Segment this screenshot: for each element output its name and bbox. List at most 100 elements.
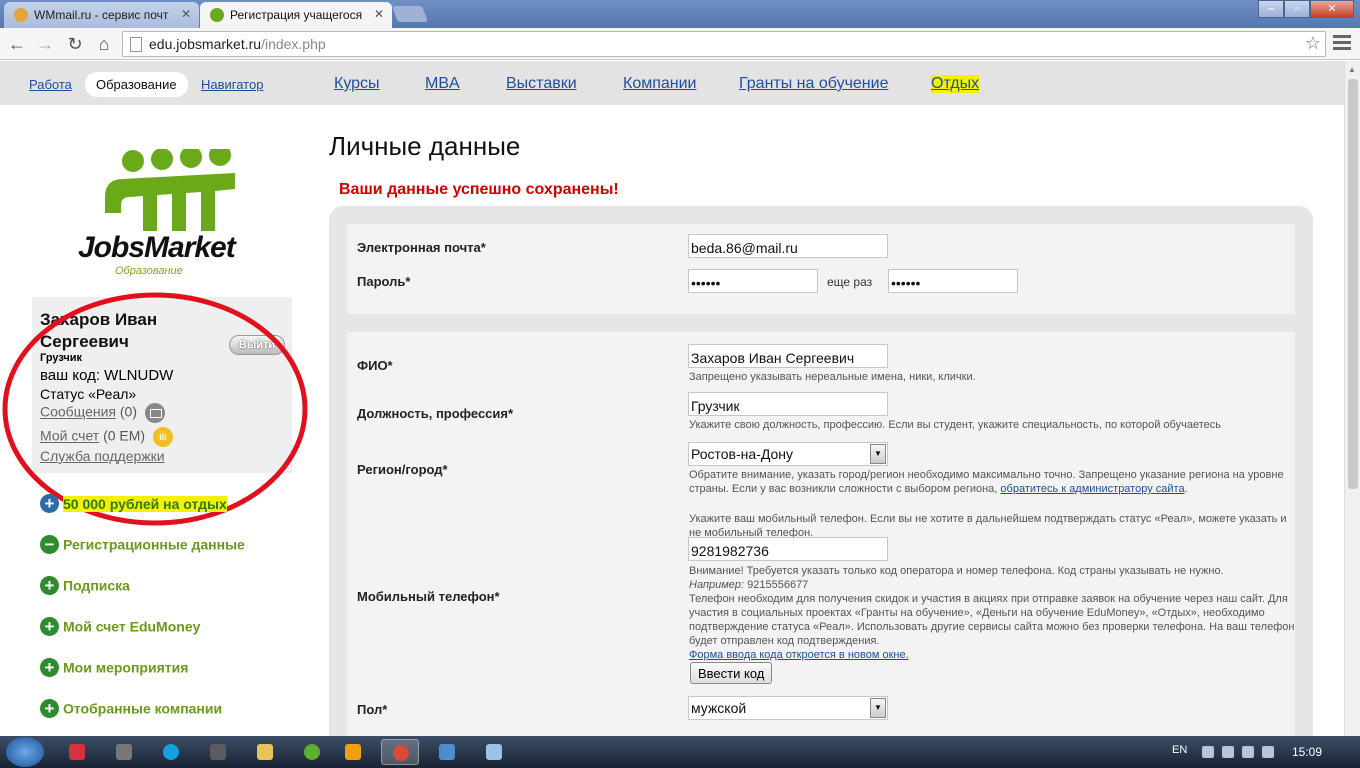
taskbar-app-keyboard[interactable] [428,739,466,765]
user-code: ваш код: WLNUDW [40,367,174,384]
taskbar-app-game[interactable] [58,739,96,765]
taskbar-app-video[interactable] [105,739,143,765]
sidebar-item-companies[interactable]: + Отобранные компании [40,699,222,718]
account-row: Мой счет (0 ЕМ) iii [40,427,173,447]
page-icon [130,37,142,52]
taskbar-app-skype[interactable] [152,739,190,765]
chevron-down-icon[interactable]: ▼ [870,698,886,718]
contact-admin-link[interactable]: обратитесь к администратору сайта [1000,483,1184,495]
logo-subtitle: Образование [115,265,183,277]
phone-pre-hint: Укажите ваш мобильный телефон. Если вы н… [689,513,1287,539]
user-name: Захаров Иван Сергеевич [40,310,158,351]
password-again-label: еще раз [827,275,873,289]
user-status: Статус «Реал» [40,386,137,402]
plus-icon: + [40,576,59,595]
home-icon[interactable]: ⌂ [93,33,115,55]
minimize-button[interactable]: – [1258,0,1284,18]
user-job: Грузчик [40,352,83,364]
plus-icon: + [40,699,59,718]
region-select[interactable]: Ростов-на-Дону ▼ [688,442,888,466]
plus-icon: + [40,658,59,677]
scrollbar-thumb[interactable] [1348,79,1358,489]
credentials-panel: Электронная почта* Пароль* еще раз [347,224,1295,314]
fio-hint: Запрещено указывать нереальные имена, ни… [689,371,976,383]
page-scrollbar[interactable]: ▲ [1344,61,1360,736]
browser-tab-strip: WMmail.ru - сервис почт ✕ Регистрация уч… [0,0,1360,28]
nav-education[interactable]: Образование [85,72,188,97]
nav-companies[interactable]: Компании [623,75,697,93]
tray-network-icon[interactable] [1242,746,1254,758]
region-label: Регион/город* [357,462,448,477]
nav-courses[interactable]: Курсы [334,75,380,93]
tray-volume-icon[interactable] [1262,746,1274,758]
language-indicator[interactable]: EN [1172,744,1187,756]
sidebar-item-vacation[interactable]: +50 000 рублей на отдых [40,494,227,513]
reload-icon[interactable]: ↻ [64,33,86,55]
password-repeat-field[interactable] [888,269,1018,293]
nav-mba[interactable]: MBA [425,75,460,93]
taskbar-app-notepad[interactable] [475,739,513,765]
taskbar-app-utorrent[interactable] [293,739,331,765]
tab-registration[interactable]: Регистрация учащегося ✕ [200,2,392,28]
url-host: edu.jobsmarket.ru [149,36,262,52]
menu-icon[interactable] [1333,35,1351,53]
plus-icon: + [40,617,59,636]
support-link[interactable]: Служба поддержки [40,448,165,464]
new-tab-button[interactable] [392,6,428,22]
email-field[interactable] [688,234,888,258]
nav-navigator[interactable]: Навигатор [201,77,263,92]
close-icon[interactable]: ✕ [374,7,384,21]
sidebar-item-events[interactable]: + Мои мероприятия [40,658,188,677]
clock: 15:09 [1292,745,1323,759]
forward-icon[interactable]: → [34,33,56,55]
close-window-button[interactable]: ✕ [1310,0,1354,18]
nav-grants[interactable]: Гранты на обучение [739,75,888,93]
password-field[interactable] [688,269,818,293]
sidebar-item-edumoney[interactable]: + Мой счет EduMoney [40,617,200,636]
code-form-link[interactable]: Форма ввода кода откроется в новом окне. [689,649,909,661]
taskbar-app-tanks[interactable] [199,739,237,765]
fio-field[interactable] [688,344,888,368]
taskbar-app-chrome[interactable] [381,739,419,765]
account-link[interactable]: Мой счет [40,428,99,444]
back-icon[interactable]: ← [6,33,28,55]
personal-data-form: Электронная почта* Пароль* еще раз ФИО* … [329,206,1313,736]
wmmail-icon [14,8,28,22]
messages-link[interactable]: Сообщения [40,404,116,420]
edumoney-coin-icon[interactable]: iii [152,427,173,447]
phone-hint: Внимание! Требуется указать только код о… [689,565,1295,661]
browser-toolbar: ← → ↻ ⌂ edu.jobsmarket.ru/index.php ☆ [0,28,1360,60]
windows-taskbar: EN 15:09 [0,736,1360,768]
gender-select[interactable]: мужской ▼ [688,696,888,720]
sidebar-item-subscription[interactable]: + Подписка [40,576,130,595]
plus-icon: + [40,494,59,513]
sidebar-item-registration[interactable]: − Регистрационные данные [40,535,245,554]
gender-label: Пол* [357,702,388,717]
password-label: Пароль* [357,274,411,289]
window-controls: – ▫ ✕ [1258,0,1354,18]
start-button[interactable] [6,737,44,767]
bookmark-star-icon[interactable]: ☆ [1305,33,1321,54]
tab-wmmail[interactable]: WMmail.ru - сервис почт ✕ [4,2,199,28]
nav-exhibitions[interactable]: Выставки [506,75,577,93]
address-bar[interactable]: edu.jobsmarket.ru/index.php ☆ [122,31,1326,57]
enter-code-button[interactable]: Ввести код [690,662,773,684]
mail-icon[interactable] [144,403,165,423]
logo-text: JobsMarket [78,231,236,264]
tray-expand-icon[interactable] [1202,746,1214,758]
logout-button[interactable]: Выйти [229,335,285,355]
phone-field[interactable] [688,537,888,561]
close-icon[interactable]: ✕ [181,7,191,21]
tray-device-icon[interactable] [1222,746,1234,758]
taskbar-app-player[interactable] [334,739,372,765]
taskbar-app-explorer[interactable] [246,739,284,765]
maximize-button[interactable]: ▫ [1284,0,1310,18]
nav-rest[interactable]: Отдых [931,75,980,93]
support-row: Служба поддержки [40,448,165,464]
account-value: (0 ЕМ) [103,427,146,444]
scroll-up-icon[interactable]: ▲ [1348,65,1356,74]
job-field[interactable] [688,392,888,416]
nav-work[interactable]: Работа [29,77,72,92]
user-panel: Захаров Иван Сергеевич Выйти Грузчик ваш… [32,297,292,473]
chevron-down-icon[interactable]: ▼ [870,444,886,464]
